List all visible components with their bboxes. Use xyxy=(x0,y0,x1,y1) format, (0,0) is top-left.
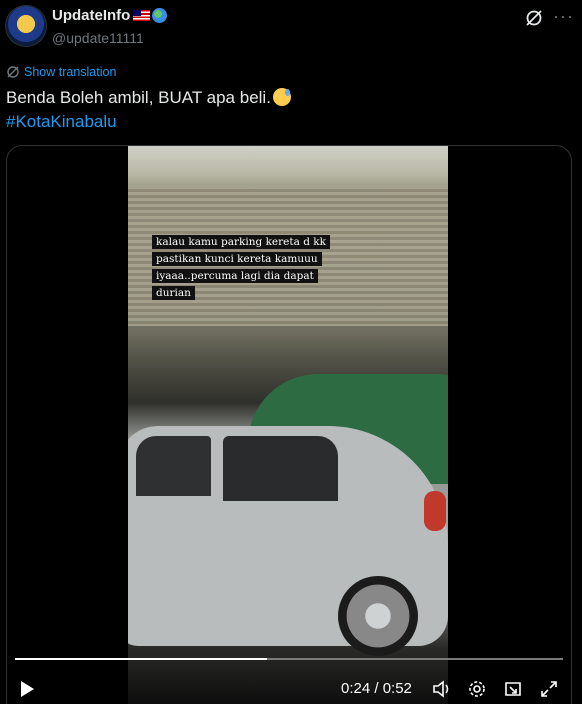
video-caption-text: kalau kamu parking kereta d kk pastikan … xyxy=(152,235,330,300)
show-translation-label: Show translation xyxy=(24,65,117,79)
display-name[interactable]: UpdateInfo xyxy=(52,7,168,24)
more-options-icon[interactable]: ··· xyxy=(553,6,574,27)
play-icon[interactable] xyxy=(21,681,34,697)
video-time: 0:24 / 0:52 xyxy=(341,680,412,697)
picture-in-picture-icon[interactable] xyxy=(503,679,523,699)
hashtag-link[interactable]: #KotaKinabalu xyxy=(6,112,117,132)
car-taillight xyxy=(424,491,446,531)
fullscreen-icon[interactable] xyxy=(539,679,559,699)
video-caption: kalau kamu parking kereta d kk pastikan … xyxy=(152,234,352,302)
grok-icon[interactable] xyxy=(524,8,544,28)
video-progress-bar[interactable] xyxy=(15,658,563,660)
tweet-text-body: Benda Boleh ambil, BUAT apa beli. xyxy=(6,88,271,107)
display-name-text: UpdateInfo xyxy=(52,7,131,24)
video-progress-fill xyxy=(15,658,268,660)
tweet-text: Benda Boleh ambil, BUAT apa beli. xyxy=(6,88,291,108)
video-frame[interactable]: kalau kamu parking kereta d kk pastikan … xyxy=(128,146,448,704)
translate-icon xyxy=(7,66,19,78)
volume-icon[interactable] xyxy=(431,679,451,699)
video-player[interactable]: kalau kamu parking kereta d kk pastikan … xyxy=(6,145,572,704)
settings-gear-icon[interactable] xyxy=(467,679,487,699)
avatar[interactable] xyxy=(6,6,46,46)
car-front-window xyxy=(223,436,338,501)
car-rear-window xyxy=(136,436,211,496)
video-controls: 0:24 / 0:52 xyxy=(7,671,571,704)
sweat-smile-emoji-icon xyxy=(272,88,291,106)
user-handle[interactable]: @update11111 xyxy=(52,30,144,46)
car-wheel xyxy=(338,576,418,656)
show-translation-link[interactable]: Show translation xyxy=(6,65,116,79)
malaysia-flag-icon xyxy=(133,10,151,21)
globe-icon xyxy=(152,8,168,23)
